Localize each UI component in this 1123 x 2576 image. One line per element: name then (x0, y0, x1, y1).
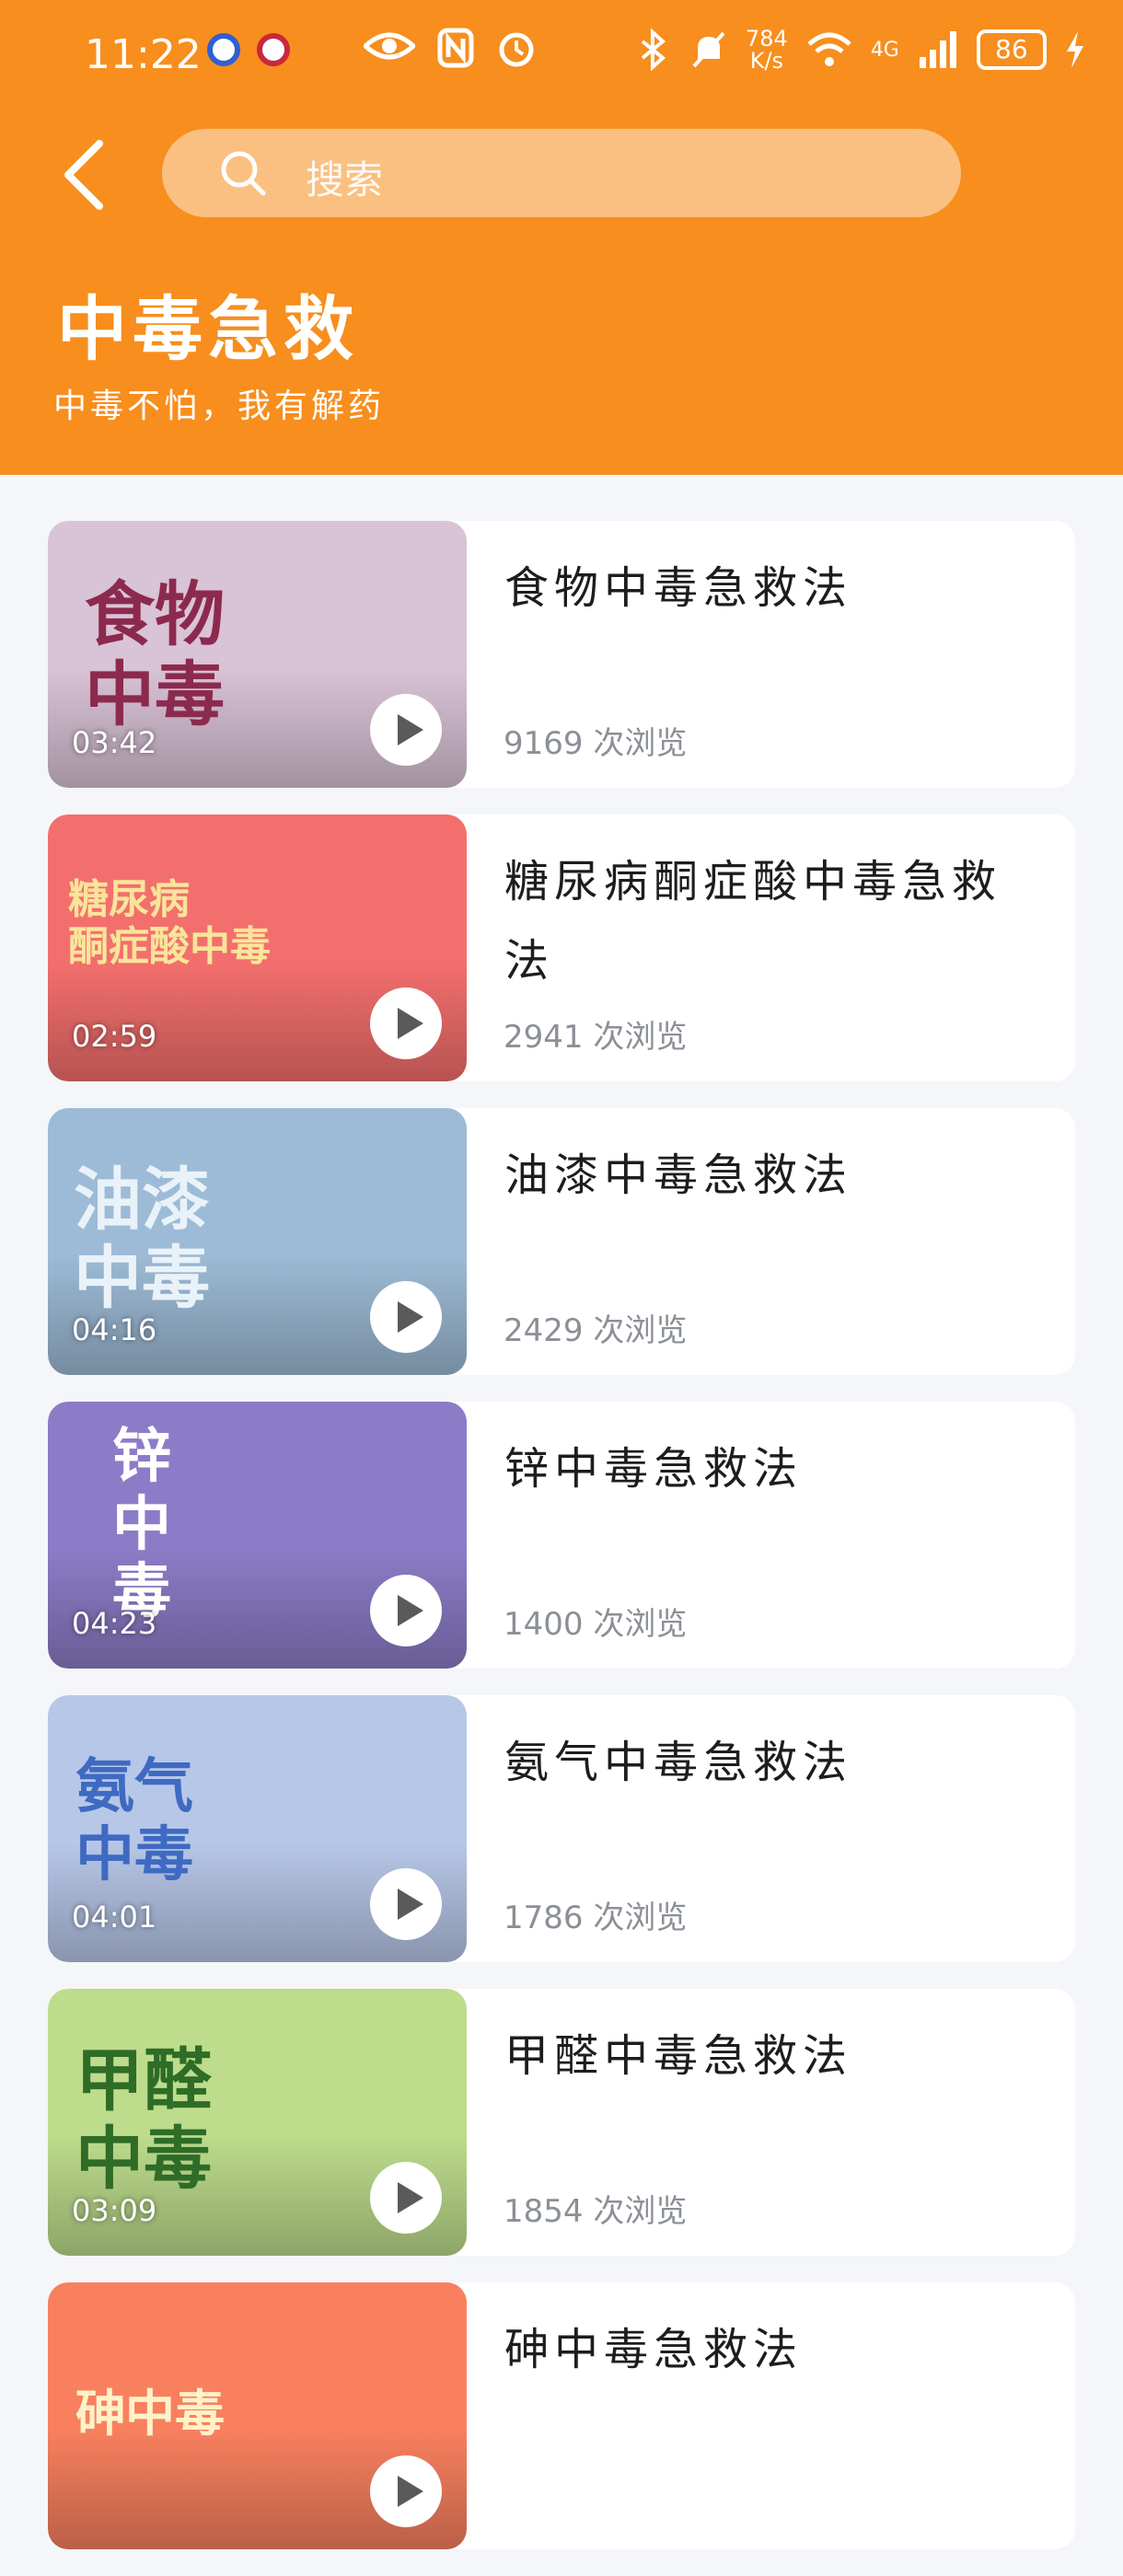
header: 11:22 784 K/s 4G 86 搜索 中毒急救 中毒不怕，我有解药 (0, 0, 1123, 475)
status-bar: 11:22 784 K/s 4G 86 (0, 0, 1123, 110)
play-icon[interactable] (370, 694, 442, 766)
thumbnail-title: 油漆 中毒 (74, 1161, 210, 1319)
view-count: 1400 次浏览 (504, 1606, 688, 1643)
play-icon[interactable] (370, 1281, 442, 1353)
status-app-icons (207, 33, 290, 66)
page-subtitle: 中毒不怕，我有解药 (53, 387, 386, 425)
bluetooth-icon (641, 29, 666, 71)
video-thumbnail[interactable]: 食物 中毒 03:42 (48, 521, 467, 788)
video-title: 食物中毒急救法 (504, 562, 853, 614)
view-count: 2941 次浏览 (504, 1019, 688, 1056)
video-title: 甲醛中毒急救法 (504, 2030, 853, 2082)
mute-icon (692, 31, 725, 68)
video-thumbnail[interactable]: 氨气 中毒 04:01 (48, 1695, 467, 1962)
video-list: 食物 中毒 03:42 食物中毒急救法 9169 次浏览 糖尿病 酮症酸中毒 0… (48, 521, 1075, 2576)
search-placeholder: 搜索 (306, 157, 384, 202)
status-time: 11:22 (85, 31, 202, 78)
search-input[interactable]: 搜索 (162, 129, 961, 217)
view-count: 1854 次浏览 (504, 2193, 688, 2230)
view-count: 2429 次浏览 (504, 1312, 688, 1349)
video-duration: 04:01 (72, 1900, 157, 1935)
status-mid-icons (364, 28, 537, 68)
play-icon[interactable] (370, 2162, 442, 2234)
thumbnail-title: 锌 中 毒 (112, 1423, 171, 1627)
wifi-icon (807, 32, 851, 66)
play-icon[interactable] (370, 988, 442, 1059)
network-type: 4G (870, 38, 899, 62)
video-thumbnail[interactable]: 油漆 中毒 04:16 (48, 1108, 467, 1375)
alarm-icon (499, 32, 534, 67)
play-icon[interactable] (370, 2455, 442, 2527)
battery-level: 86 (976, 29, 1047, 70)
search-icon (221, 151, 266, 196)
play-icon[interactable] (370, 1575, 442, 1646)
play-icon[interactable] (370, 1868, 442, 1940)
thumbnail-title: 糖尿病 酮症酸中毒 (68, 876, 271, 970)
video-thumbnail[interactable]: 锌 中 毒 04:23 (48, 1402, 467, 1669)
video-duration: 03:42 (72, 725, 157, 760)
list-item[interactable]: 甲醛 中毒 03:09 甲醛中毒急救法 1854 次浏览 (48, 1989, 1075, 2256)
app-notification-icon (207, 33, 240, 66)
list-item[interactable]: 油漆 中毒 04:16 油漆中毒急救法 2429 次浏览 (48, 1108, 1075, 1375)
video-duration: 03:09 (72, 2193, 157, 2228)
thumbnail-title: 食物 中毒 (85, 573, 225, 736)
thumbnail-title: 甲醛 中毒 (75, 2041, 212, 2200)
network-speed: 784 K/s (746, 28, 788, 72)
status-right-icons: 784 K/s 4G 86 (635, 28, 1085, 72)
view-count: 9169 次浏览 (504, 725, 688, 762)
video-title: 糖尿病酮症酸中毒急救法 (504, 856, 1002, 987)
video-duration: 04:23 (72, 1606, 157, 1641)
list-item[interactable]: 食物 中毒 03:42 食物中毒急救法 9169 次浏览 (48, 521, 1075, 788)
back-button[interactable] (53, 138, 118, 212)
video-thumbnail[interactable]: 糖尿病 酮症酸中毒 02:59 (48, 814, 467, 1081)
video-duration: 04:16 (72, 1312, 157, 1347)
list-item[interactable]: 砷中毒 砷中毒急救法 (48, 2282, 1075, 2549)
list-item[interactable]: 氨气 中毒 04:01 氨气中毒急救法 1786 次浏览 (48, 1695, 1075, 1962)
page-title: 中毒急救 (57, 288, 359, 370)
app-notification-icon (257, 33, 290, 66)
video-title: 砷中毒急救法 (504, 2324, 804, 2375)
video-thumbnail[interactable]: 甲醛 中毒 03:09 (48, 1989, 467, 2256)
thumbnail-title: 砷中毒 (75, 2385, 225, 2443)
video-title: 锌中毒急救法 (504, 1443, 804, 1495)
video-thumbnail[interactable]: 砷中毒 (48, 2282, 467, 2549)
video-duration: 02:59 (72, 1019, 157, 1054)
thumbnail-title: 氨气 中毒 (75, 1753, 193, 1889)
video-title: 氨气中毒急救法 (504, 1737, 853, 1788)
charging-icon (1066, 31, 1083, 68)
view-count: 1786 次浏览 (504, 1900, 688, 1936)
video-title: 油漆中毒急救法 (504, 1149, 853, 1201)
nfc-icon (437, 28, 474, 68)
eye-icon (364, 32, 415, 60)
list-item[interactable]: 锌 中 毒 04:23 锌中毒急救法 1400 次浏览 (48, 1402, 1075, 1669)
signal-icon (919, 31, 956, 68)
list-item[interactable]: 糖尿病 酮症酸中毒 02:59 糖尿病酮症酸中毒急救法 2941 次浏览 (48, 814, 1075, 1081)
speed-unit: K/s (749, 48, 784, 74)
